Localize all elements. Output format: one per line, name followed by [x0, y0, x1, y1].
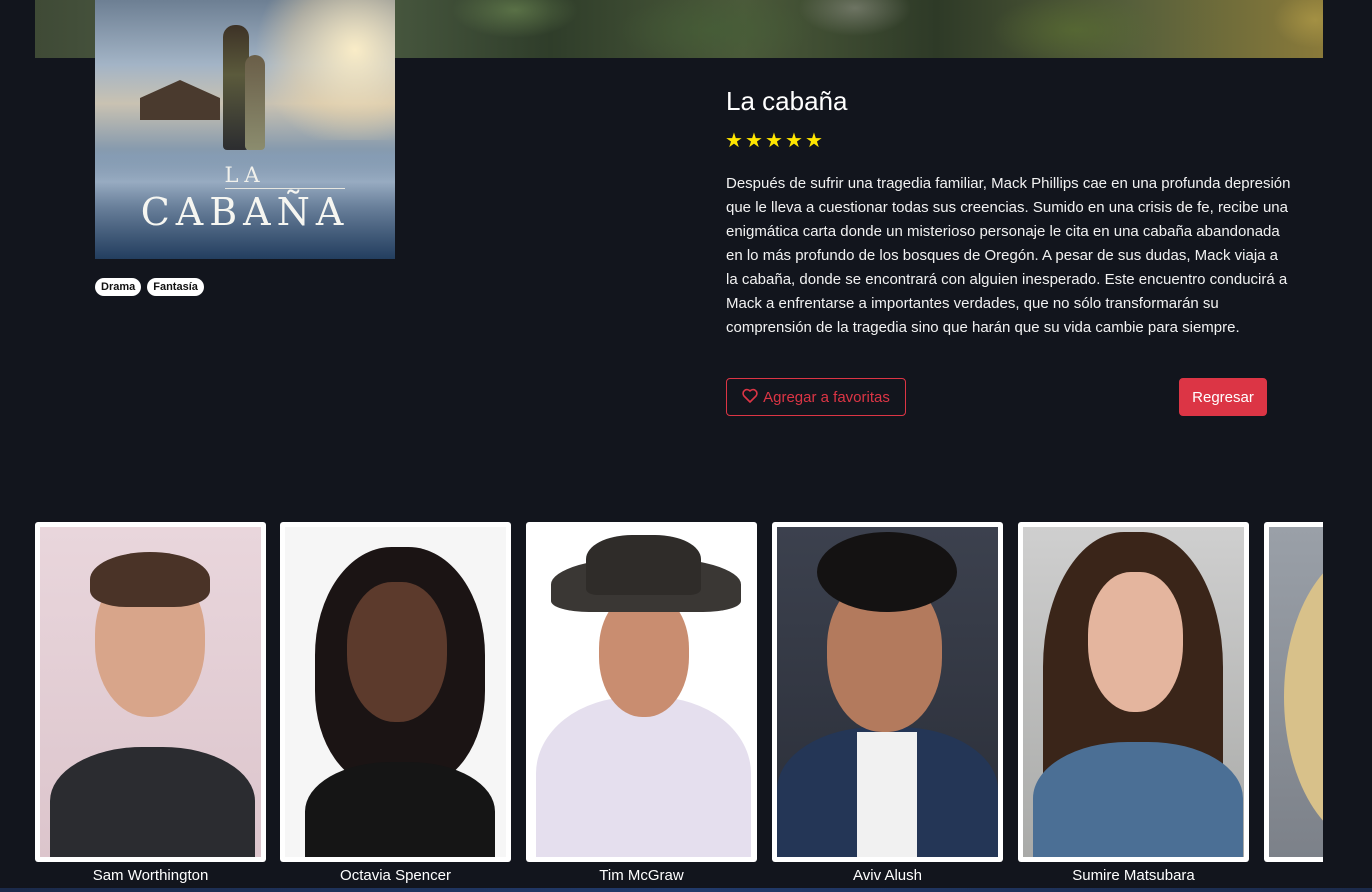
- cast-photo-frame: [1018, 522, 1249, 862]
- add-to-favorites-button[interactable]: Agregar a favoritas: [726, 378, 906, 416]
- actor-hair: [817, 532, 957, 612]
- cast-photo-frame: [280, 522, 511, 862]
- actor-photo: [285, 527, 506, 857]
- poster-light: [245, 0, 395, 140]
- actor-shirt: [857, 732, 917, 857]
- cast-name: Tim McGraw: [599, 867, 684, 884]
- movie-detail-page: LA CABAÑA Drama Fantasía La cabaña ★ ★ ★…: [0, 0, 1372, 892]
- cast-name: Sam Worthington: [92, 867, 209, 884]
- poster-title-line1: LA: [224, 163, 266, 187]
- genre-tag: Drama: [95, 278, 142, 296]
- cast-photo-frame: [772, 522, 1003, 862]
- genre-tag: Fantasía: [147, 278, 204, 296]
- actor-hair: [1284, 547, 1323, 847]
- actor-head: [1088, 572, 1183, 712]
- actor-hair: [90, 552, 210, 607]
- poster-title-line2: CABAÑA: [140, 190, 350, 234]
- movie-title: La cabaña: [726, 86, 848, 116]
- rating-stars: ★ ★ ★ ★ ★: [725, 129, 823, 153]
- star-icon: ★: [745, 130, 763, 152]
- actor-body: [536, 697, 751, 857]
- star-icon: ★: [785, 130, 803, 152]
- add-to-favorites-label: Agregar a favoritas: [763, 388, 890, 406]
- cast-card[interactable]: Octavia Spencer: [280, 522, 511, 886]
- window-bottom-edge: [0, 888, 1372, 892]
- star-icon: ★: [725, 130, 743, 152]
- actor-photo: [777, 527, 998, 857]
- actor-body: [50, 747, 255, 857]
- cast-card[interactable]: Aviv Alush: [772, 522, 1003, 886]
- heart-outline-icon: [742, 388, 758, 407]
- actor-photo: [40, 527, 261, 857]
- actor-photo: [1269, 527, 1323, 857]
- cast-carousel[interactable]: Sam Worthington Octavia Spencer Tim McGr…: [35, 522, 1323, 892]
- actor-photo: [1023, 527, 1244, 857]
- cast-name: Aviv Alush: [853, 867, 922, 884]
- cast-photo-frame: [35, 522, 266, 862]
- actor-body: [1033, 742, 1243, 857]
- genre-tags: Drama Fantasía: [95, 278, 204, 296]
- back-button[interactable]: Regresar: [1179, 378, 1267, 416]
- cast-name: Octavia Spencer: [340, 867, 451, 884]
- movie-poster: LA CABAÑA: [95, 0, 395, 259]
- star-icon: ★: [765, 130, 783, 152]
- cast-name: Sumire Matsubara: [1072, 867, 1195, 884]
- cast-photo-frame: [526, 522, 757, 862]
- poster-title-rule: [225, 188, 345, 189]
- actor-head: [347, 582, 447, 722]
- cast-card[interactable]: Sumire Matsubara: [1018, 522, 1249, 886]
- movie-description: Después de sufrir una tragedia familiar,…: [726, 175, 1291, 336]
- cast-card[interactable]: Tim McGraw: [526, 522, 757, 886]
- cast-photo-frame: [1264, 522, 1323, 862]
- cast-card[interactable]: Sam Worthington: [35, 522, 266, 886]
- poster-figure: [245, 55, 265, 150]
- star-icon: ★: [805, 130, 823, 152]
- cast-card[interactable]: [1264, 522, 1323, 866]
- actor-photo: [531, 527, 752, 857]
- cowboy-hat-crown: [586, 535, 701, 595]
- actor-body: [305, 762, 495, 857]
- poster-cabin: [140, 80, 220, 120]
